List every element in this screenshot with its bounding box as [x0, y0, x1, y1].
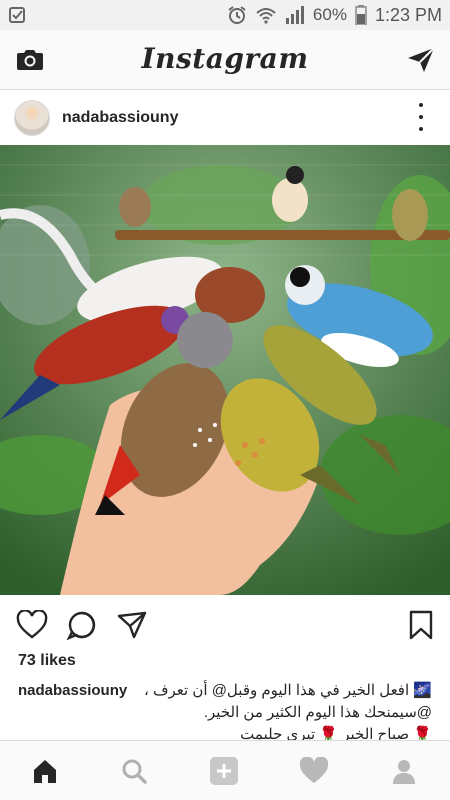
checkbox-notification-icon [8, 6, 26, 24]
alarm-icon [227, 5, 247, 25]
profile-icon[interactable] [388, 755, 420, 787]
caption-line-1: 🌌 افعل الخير في هذا اليوم وقبل@ أن تعرف … [143, 682, 432, 699]
wifi-icon [255, 5, 277, 25]
bookmark-icon[interactable] [408, 610, 434, 645]
heart-icon[interactable] [16, 609, 48, 645]
likes-count[interactable]: 73 likes [18, 652, 76, 670]
app-header: Instagram [0, 30, 450, 90]
share-icon[interactable] [116, 610, 148, 645]
caption-line-2: @سيمنحك هذا اليوم الكثير من الخير. [203, 704, 432, 721]
app-logo: Instagram [141, 42, 309, 75]
caption-username[interactable]: nadabassiouny [18, 680, 127, 702]
home-icon[interactable] [29, 755, 61, 787]
clock-time: 1:23 PM [374, 4, 442, 25]
avatar[interactable] [14, 100, 50, 136]
add-post-icon[interactable] [208, 755, 240, 787]
paper-plane-icon[interactable] [406, 46, 436, 79]
post-username[interactable]: nadabassiouny [62, 109, 178, 127]
bottom-navigation [0, 740, 450, 800]
post-photo[interactable] [0, 145, 450, 595]
signal-icon [285, 6, 305, 24]
post-caption: nadabassiouny 🌌 افعل الخير في هذا اليوم … [18, 680, 432, 746]
battery-icon [355, 5, 367, 25]
comment-icon[interactable] [66, 610, 98, 645]
post-actions [0, 600, 450, 650]
post-header: nadabassiouny [0, 91, 450, 145]
more-options-icon[interactable] [418, 103, 424, 131]
search-icon[interactable] [118, 755, 150, 787]
battery-percent: 60% [312, 5, 347, 24]
activity-heart-icon[interactable] [298, 755, 330, 787]
status-bar: 60% 1:23 PM [0, 0, 450, 30]
